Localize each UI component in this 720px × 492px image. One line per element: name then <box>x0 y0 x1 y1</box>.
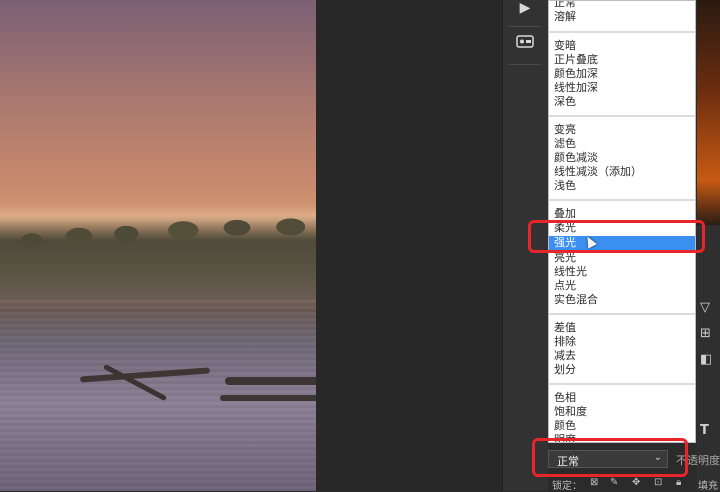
blend-mode-color-dodge[interactable]: 颜色减淡 <box>554 151 598 165</box>
type-tool-icon[interactable]: T <box>700 423 709 438</box>
lock-transparent-icon[interactable]: ⊠ <box>590 477 598 488</box>
pasteboard <box>316 0 502 491</box>
blend-mode-linear-burn[interactable]: 线性加深 <box>554 81 598 95</box>
blend-mode-vivid-light[interactable]: 亮光 <box>554 251 576 265</box>
blend-mode-subtract[interactable]: 减去 <box>554 349 576 363</box>
lock-all-icon[interactable]: 🔒︎ <box>676 477 681 488</box>
play-icon[interactable]: ▶ <box>511 0 539 20</box>
blend-mode-divide[interactable]: 划分 <box>554 363 576 377</box>
menu-divider <box>549 115 695 117</box>
blend-mode-multiply[interactable]: 正片叠底 <box>554 53 598 67</box>
blend-mode-lighter-color[interactable]: 浅色 <box>554 179 576 193</box>
grid-icon[interactable]: ⊞ <box>700 326 711 341</box>
document-canvas[interactable] <box>0 0 316 491</box>
driftwood <box>220 395 316 401</box>
highlight-hard-light <box>528 220 705 253</box>
lock-artboard-icon[interactable]: ⊡ <box>654 477 662 488</box>
panel-icon[interactable]: ◧ <box>700 352 712 367</box>
lock-move-icon[interactable]: ✥ <box>632 477 640 488</box>
lock-bar: 锁定： ⊠ ✎ ✥ ⊡ 🔒︎ 填充 <box>548 477 720 492</box>
blend-mode-difference[interactable]: 差值 <box>554 321 576 335</box>
blend-mode-normal[interactable]: 正常 <box>554 1 576 10</box>
blend-mode-color-burn[interactable]: 颜色加深 <box>554 67 598 81</box>
toolstrip-divider <box>509 26 541 27</box>
blend-mode-saturation[interactable]: 饱和度 <box>554 405 587 419</box>
brush-settings-icon[interactable] <box>511 34 539 58</box>
blend-mode-darken[interactable]: 变暗 <box>554 39 576 53</box>
highlight-blend-mode-select <box>532 438 688 477</box>
color-picker-field[interactable] <box>697 0 720 225</box>
toolstrip-divider <box>509 64 541 65</box>
blend-mode-hue[interactable]: 色相 <box>554 391 576 405</box>
blend-mode-color[interactable]: 颜色 <box>554 419 576 433</box>
lock-brush-icon[interactable]: ✎ <box>610 477 618 488</box>
menu-divider <box>549 313 695 315</box>
triangle-down-icon[interactable]: ▽ <box>700 300 710 315</box>
menu-divider <box>549 31 695 33</box>
fill-label: 填充 <box>698 481 718 492</box>
blend-mode-screen[interactable]: 滤色 <box>554 137 576 151</box>
tree-line <box>0 215 316 300</box>
blend-mode-exclusion[interactable]: 排除 <box>554 335 576 349</box>
lock-label: 锁定： <box>552 481 582 492</box>
blend-mode-linear-dodge[interactable]: 线性减淡（添加） <box>554 165 642 179</box>
blend-mode-lighten[interactable]: 变亮 <box>554 123 576 137</box>
blend-mode-overlay[interactable]: 叠加 <box>554 207 576 221</box>
driftwood <box>225 377 316 385</box>
blend-mode-pin-light[interactable]: 点光 <box>554 279 576 293</box>
blend-mode-hard-mix[interactable]: 实色混合 <box>554 293 598 307</box>
blend-mode-darker-color[interactable]: 深色 <box>554 95 576 109</box>
blend-mode-linear-light[interactable]: 线性光 <box>554 265 587 279</box>
blend-mode-dissolve[interactable]: 溶解 <box>554 10 576 24</box>
menu-divider <box>549 383 695 385</box>
menu-divider <box>549 199 695 201</box>
